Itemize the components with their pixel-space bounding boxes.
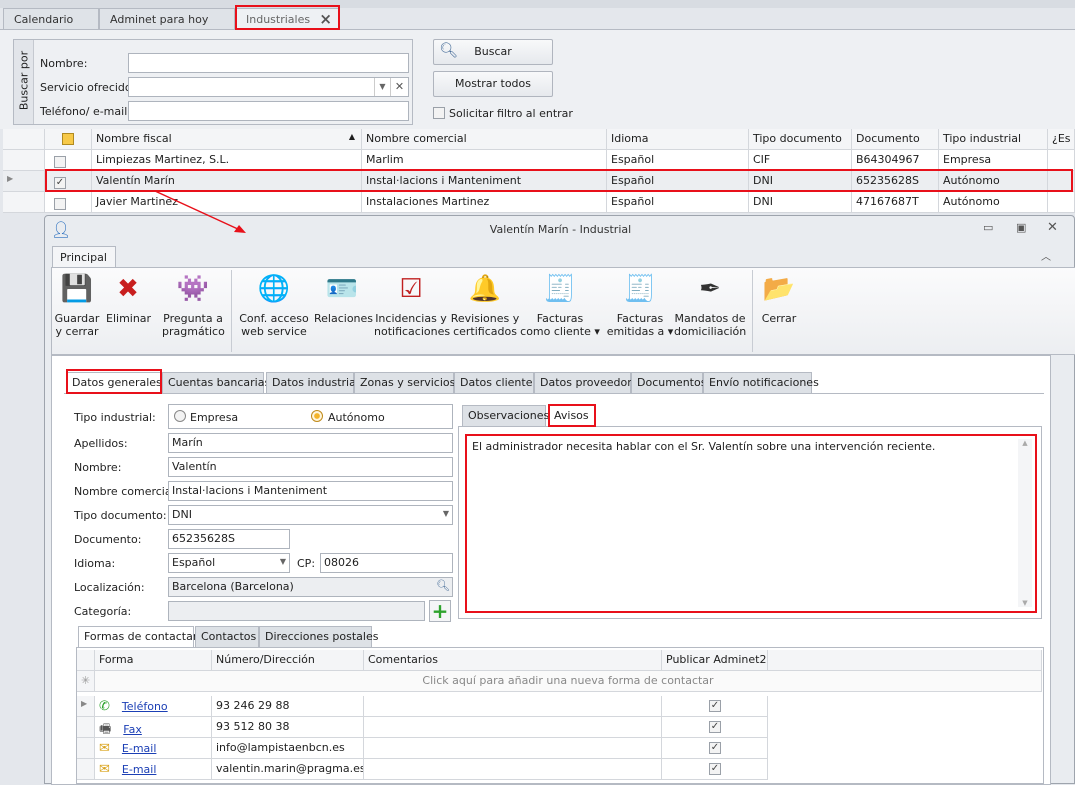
annotation-arrow	[154, 190, 246, 233]
